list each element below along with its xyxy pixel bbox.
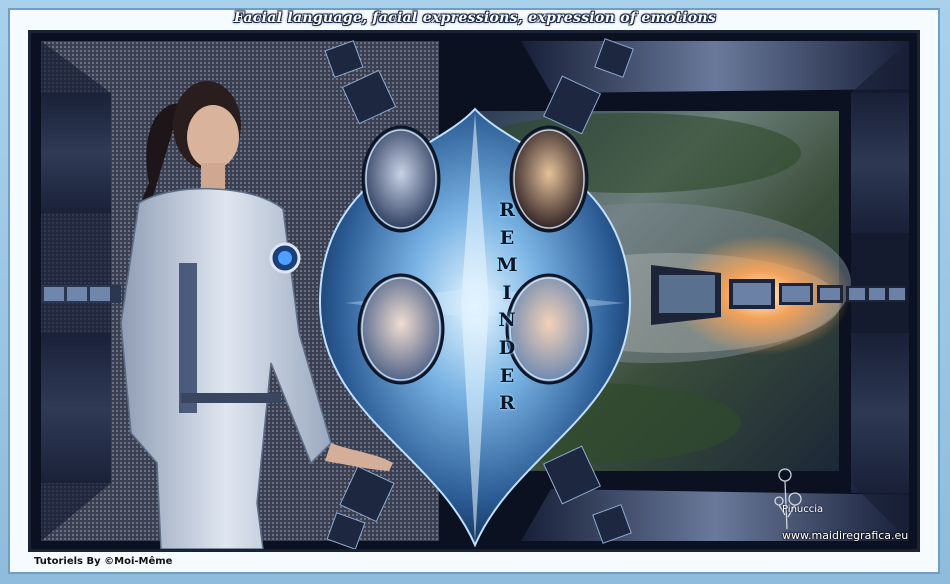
watermark-name: Pinuccia — [782, 504, 824, 515]
reminder-letter: M — [496, 254, 518, 277]
reminder-vertical-text: R E M I N D E R — [489, 197, 525, 418]
artwork: R E M I N D E R — [28, 30, 920, 552]
filmstrip-left — [41, 285, 121, 303]
reminder-letter: D — [498, 336, 516, 359]
reminder-letter: E — [499, 226, 515, 249]
watermark-url: www.maidiregrafica.eu — [782, 529, 909, 542]
page: Facial language, facial expressions, exp… — [0, 0, 950, 584]
reminder-letter: R — [499, 392, 515, 415]
reminder-letter: N — [498, 309, 516, 332]
reminder-letter: E — [499, 364, 515, 387]
reminder-letter: I — [502, 281, 512, 304]
reminder-letter: R — [499, 199, 515, 221]
page-title: Facial language, facial expressions, exp… — [233, 10, 717, 26]
artwork-svg — [31, 33, 917, 549]
credit-text: Tutoriels By ©Moi-Même — [34, 556, 173, 567]
